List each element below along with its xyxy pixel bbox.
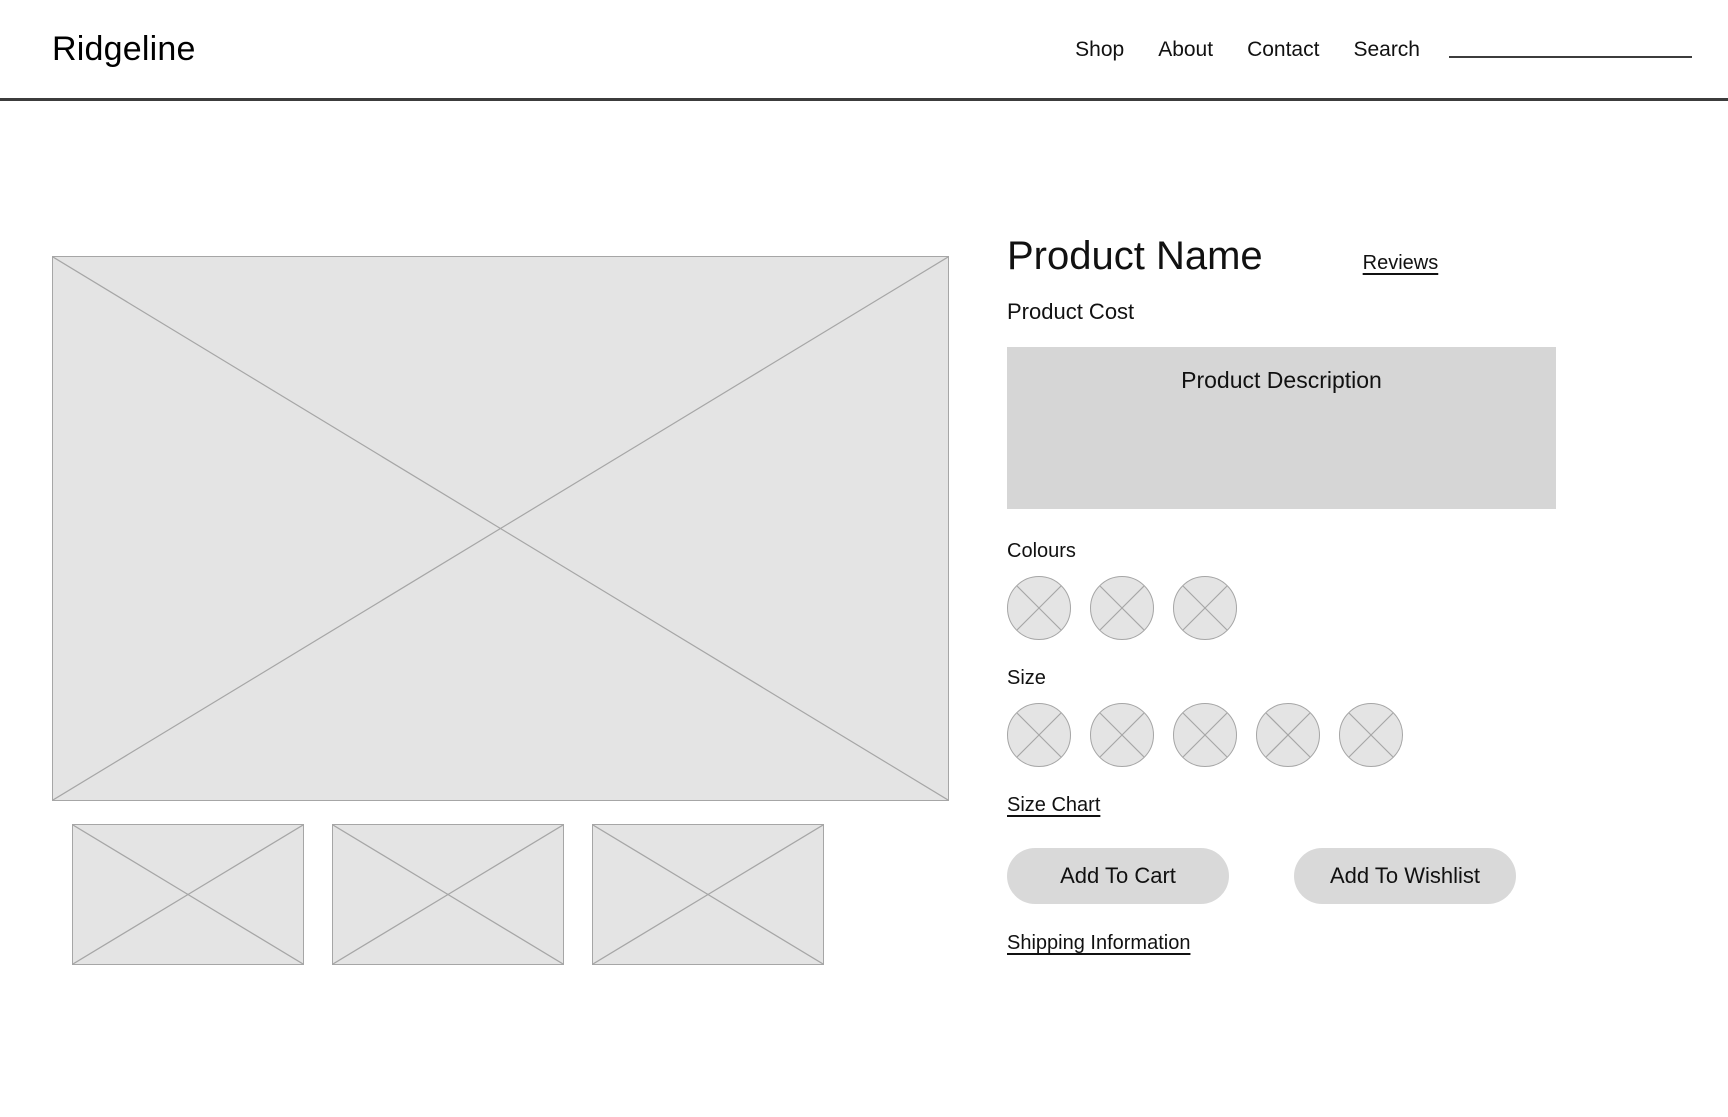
product-thumbnail-2[interactable] <box>332 824 564 965</box>
swatch-placeholder-icon <box>1016 585 1062 631</box>
product-title-row: Product Name Reviews <box>1007 231 1647 281</box>
product-description-box: Product Description <box>1007 347 1556 509</box>
shipping-information-link[interactable]: Shipping Information <box>1007 930 1190 956</box>
search-input[interactable] <box>1449 56 1692 58</box>
product-thumbnail-3[interactable] <box>592 824 824 965</box>
add-to-cart-button[interactable]: Add To Cart <box>1007 848 1229 904</box>
colour-swatch-3[interactable] <box>1173 576 1237 640</box>
product-action-buttons: Add To Cart Add To Wishlist <box>1007 848 1647 904</box>
image-placeholder-icon <box>593 825 823 964</box>
product-cost: Product Cost <box>1007 299 1135 324</box>
size-chart-link[interactable]: Size Chart <box>1007 792 1100 818</box>
product-gallery <box>52 256 949 801</box>
product-thumbnail-strip <box>72 824 824 965</box>
product-thumbnail-1[interactable] <box>72 824 304 965</box>
product-page-main: Product Name Reviews Product Cost Produc… <box>0 101 1728 1117</box>
page-title: Product Name <box>1007 234 1263 278</box>
size-option-row <box>1007 703 1647 767</box>
swatch-placeholder-icon <box>1348 712 1394 758</box>
swatch-placeholder-icon <box>1182 712 1228 758</box>
swatch-placeholder-icon <box>1099 712 1145 758</box>
colour-swatch-1[interactable] <box>1007 576 1071 640</box>
site-header: Ridgeline Shop About Contact Search <box>0 0 1728 101</box>
swatch-placeholder-icon <box>1016 712 1062 758</box>
product-hero-image[interactable] <box>52 256 949 801</box>
product-description-text: Product Description <box>1181 367 1382 393</box>
colour-swatch-row <box>1007 576 1647 640</box>
nav-link-search[interactable]: Search <box>1336 36 1437 64</box>
product-details: Product Name Reviews Product Cost Produc… <box>1007 231 1647 956</box>
colour-swatch-2[interactable] <box>1090 576 1154 640</box>
size-option-2[interactable] <box>1090 703 1154 767</box>
size-label: Size <box>1007 667 1046 689</box>
size-option-1[interactable] <box>1007 703 1071 767</box>
image-placeholder-icon <box>73 825 303 964</box>
add-to-wishlist-button[interactable]: Add To Wishlist <box>1294 848 1516 904</box>
swatch-placeholder-icon <box>1265 712 1311 758</box>
swatch-placeholder-icon <box>1099 585 1145 631</box>
reviews-link[interactable]: Reviews <box>1363 250 1439 276</box>
size-option-5[interactable] <box>1339 703 1403 767</box>
nav-link-about[interactable]: About <box>1141 36 1230 64</box>
nav-link-shop[interactable]: Shop <box>1058 36 1141 64</box>
colours-label: Colours <box>1007 540 1076 562</box>
image-placeholder-icon <box>53 257 948 800</box>
size-option-4[interactable] <box>1256 703 1320 767</box>
brand-logo[interactable]: Ridgeline <box>52 28 196 70</box>
image-placeholder-icon <box>333 825 563 964</box>
swatch-placeholder-icon <box>1182 585 1228 631</box>
size-option-3[interactable] <box>1173 703 1237 767</box>
main-navigation: Shop About Contact Search <box>1058 36 1692 64</box>
nav-link-contact[interactable]: Contact <box>1230 36 1336 64</box>
